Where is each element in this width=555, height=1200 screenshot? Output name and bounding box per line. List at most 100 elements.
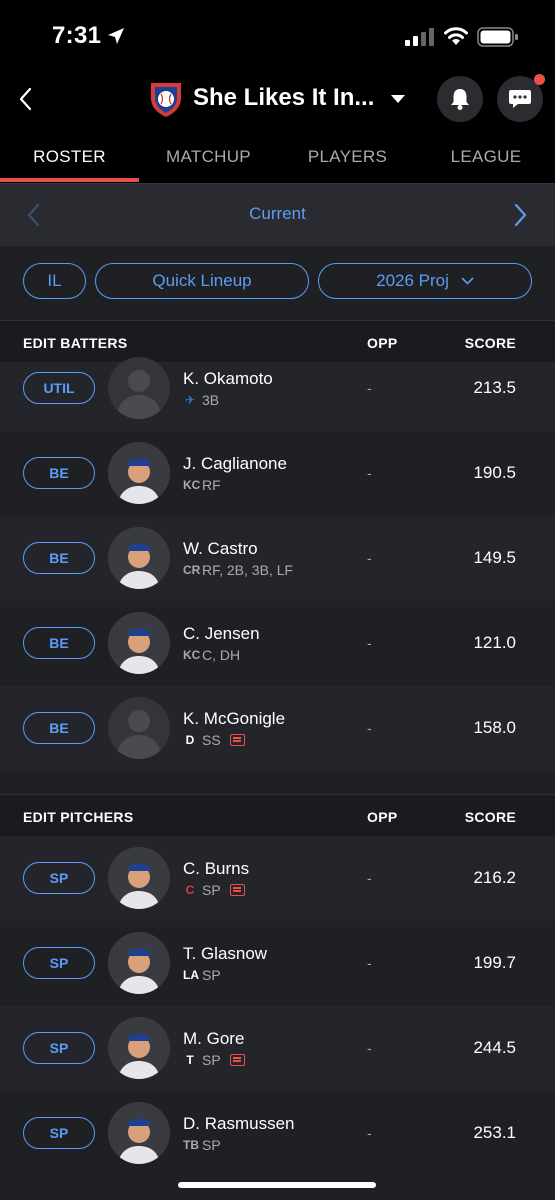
player-row[interactable]: BE J. Caglianone KC RF - 190.5 — [0, 431, 555, 516]
home-indicator — [178, 1182, 376, 1188]
player-headshot[interactable] — [108, 1102, 170, 1164]
lineup-slot-button[interactable]: SP — [23, 947, 95, 979]
player-row[interactable]: SP D. Rasmussen TB SP -253.1 — [0, 1091, 555, 1176]
projected-score: 213.5 — [473, 378, 516, 397]
player-positions: RF — [202, 477, 221, 493]
player-headshot[interactable] — [108, 612, 170, 674]
lineup-slot-button[interactable]: BE — [23, 712, 95, 744]
lineup-slot-button[interactable]: UTIL — [23, 372, 95, 404]
back-chevron-icon[interactable] — [14, 86, 38, 112]
player-row[interactable]: SP M. Gore T SP - 244.5 — [0, 1006, 555, 1091]
player-meta: LA SP — [183, 967, 221, 983]
player-positions: 3B — [202, 392, 220, 408]
player-headshot[interactable] — [108, 357, 170, 419]
projected-score: 149.5 — [473, 548, 516, 567]
player-positions: SP — [202, 967, 221, 983]
projection-label: 2026 Proj — [376, 271, 449, 290]
lineup-slot-button[interactable]: BE — [23, 627, 95, 659]
opp-column-header: OPP — [367, 335, 398, 351]
player-headshot[interactable] — [108, 442, 170, 504]
opponent: - — [367, 465, 372, 481]
team-logo-icon: KC — [183, 478, 201, 492]
projected-score: 216.2 — [473, 868, 516, 887]
player-positions: RF, 2B, 3B, LF — [202, 562, 294, 578]
roster-controls: IL Quick Lineup 2026 Proj — [0, 246, 555, 320]
team-name[interactable]: She Likes It In... — [193, 84, 374, 112]
news-icon[interactable] — [229, 734, 245, 746]
player-meta: CR RF, 2B, 3B, LF — [183, 562, 293, 578]
batters-section-header: EDIT BATTERS OPP SCORE — [0, 320, 555, 363]
section-title: EDIT BATTERS — [23, 335, 128, 351]
status-bar: 7:31 — [0, 0, 555, 72]
player-meta: TB SP — [183, 1137, 221, 1153]
wifi-icon — [444, 27, 468, 45]
location-arrow-icon — [108, 28, 124, 44]
opponent: - — [367, 380, 372, 396]
team-logo-icon: D — [185, 733, 195, 747]
tab-matchup[interactable]: MATCHUP — [139, 130, 278, 183]
lineup-slot-button[interactable]: BE — [23, 542, 95, 574]
tab-players[interactable]: PLAYERS — [278, 130, 417, 183]
player-name[interactable]: K. McGonigle — [183, 709, 285, 729]
player-name[interactable]: C. Burns — [183, 859, 249, 879]
tab-league[interactable]: LEAGUE — [417, 130, 555, 183]
player-headshot[interactable] — [108, 527, 170, 589]
il-button[interactable]: IL — [23, 263, 86, 299]
score-column-header: SCORE — [464, 809, 516, 825]
tab-bar: ROSTER MATCHUP PLAYERS LEAGUE — [0, 130, 555, 183]
opponent: - — [367, 720, 372, 736]
player-name[interactable]: D. Rasmussen — [183, 1114, 294, 1134]
player-headshot[interactable] — [108, 697, 170, 759]
bell-icon — [451, 89, 469, 110]
player-row[interactable]: SP C. Burns C SP - 216.2 — [0, 836, 555, 921]
notifications-button[interactable] — [437, 76, 483, 122]
next-period-chevron-icon[interactable] — [510, 202, 530, 228]
projection-dropdown[interactable]: 2026 Proj — [318, 263, 532, 299]
projected-score: 253.1 — [473, 1123, 516, 1142]
unread-dot — [534, 74, 545, 85]
player-name[interactable]: W. Castro — [183, 539, 258, 559]
nav-bar: She Likes It In... — [0, 72, 555, 127]
player-headshot[interactable] — [108, 932, 170, 994]
player-meta: KC RF — [183, 477, 221, 493]
battery-icon — [477, 27, 518, 47]
player-row[interactable]: BE K. McGonigle D SS - 158.0 — [0, 686, 555, 771]
player-name[interactable]: T. Glasnow — [183, 944, 267, 964]
player-meta: T SP — [183, 1052, 245, 1068]
player-headshot[interactable] — [108, 1017, 170, 1079]
lineup-slot-button[interactable]: SP — [23, 862, 95, 894]
player-name[interactable]: M. Gore — [183, 1029, 244, 1049]
player-positions: SP — [202, 1052, 221, 1068]
player-row[interactable]: UTIL K. Okamoto ✈ 3B - 213.5 — [0, 357, 555, 431]
opponent: - — [367, 635, 372, 651]
team-logo-icon: LA — [183, 968, 199, 982]
period-label[interactable]: Current — [0, 204, 555, 224]
team-logo-icon: ✈ — [184, 393, 196, 407]
team-logo-icon: T — [186, 1053, 194, 1067]
player-name[interactable]: J. Caglianone — [183, 454, 287, 474]
player-name[interactable]: K. Okamoto — [183, 369, 273, 389]
player-meta: C SP — [183, 882, 245, 898]
lineup-slot-button[interactable]: SP — [23, 1117, 95, 1149]
news-icon[interactable] — [229, 1054, 245, 1066]
player-row[interactable]: BE W. Castro CR RF, 2B, 3B, LF - 149.5 — [0, 516, 555, 601]
player-row[interactable]: BE C. Jensen KC C, DH - 121.0 — [0, 601, 555, 686]
team-logo-icon: C — [185, 883, 195, 897]
quick-lineup-button[interactable]: Quick Lineup — [95, 263, 309, 299]
lineup-slot-button[interactable]: BE — [23, 457, 95, 489]
player-positions: C, DH — [202, 647, 241, 663]
chat-bubble-icon — [509, 90, 531, 108]
opp-column-header: OPP — [367, 809, 398, 825]
player-positions: SS — [202, 732, 221, 748]
tab-roster[interactable]: ROSTER — [0, 130, 139, 183]
player-row[interactable]: SP T. Glasnow LA SP -199.7 — [0, 921, 555, 1006]
player-name[interactable]: C. Jensen — [183, 624, 260, 644]
team-logo-icon: CR — [183, 563, 201, 577]
messages-button[interactable] — [497, 74, 545, 122]
cellular-signal-icon — [405, 28, 434, 46]
team-dropdown-caret-icon[interactable] — [390, 94, 406, 104]
player-headshot[interactable] — [108, 847, 170, 909]
player-positions: SP — [202, 882, 221, 898]
lineup-slot-button[interactable]: SP — [23, 1032, 95, 1064]
news-icon[interactable] — [229, 884, 245, 896]
